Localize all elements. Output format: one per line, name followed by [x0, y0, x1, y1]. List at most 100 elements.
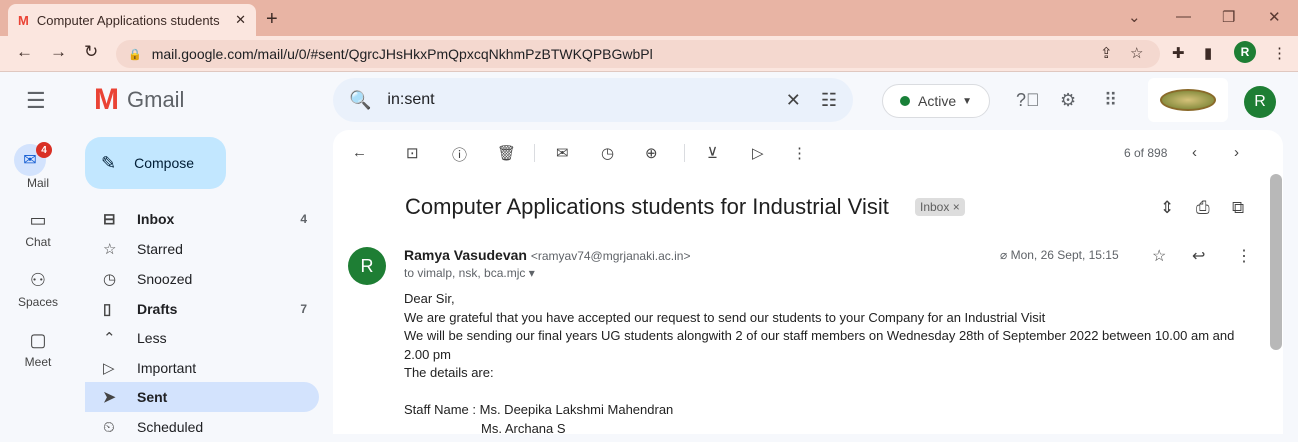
scrollbar[interactable]	[1270, 174, 1282, 350]
organization-logo	[1148, 78, 1228, 122]
close-window-icon[interactable]: ✕	[1268, 8, 1281, 26]
scheduled-icon: ⏲	[103, 418, 115, 436]
body-line: The details are:	[404, 365, 494, 380]
more-options-icon[interactable]: ⋮	[792, 144, 807, 162]
sidebar-item-drafts[interactable]: ▯ Drafts 7	[85, 294, 319, 324]
mark-unread-icon[interactable]: ✉	[556, 144, 569, 162]
sidebar-count: 4	[300, 212, 307, 226]
rail-item-spaces[interactable]: ⚇ Spaces	[8, 270, 68, 309]
bookmark-star-icon[interactable]: ☆	[1130, 44, 1143, 62]
remove-label-icon[interactable]: ×	[953, 200, 960, 214]
open-new-window-icon[interactable]: ⧉	[1232, 198, 1244, 218]
tab-title: Computer Applications students	[36, 12, 220, 28]
url-bar[interactable]: 🔒 mail.google.com/mail/u/0/#sent/QgrcJHs…	[116, 40, 1160, 68]
older-icon[interactable]: ›	[1234, 144, 1239, 161]
sidebar-count: 7	[300, 302, 307, 316]
back-icon[interactable]: ←	[16, 42, 33, 62]
sidebar-label: Important	[137, 360, 197, 376]
close-tab-icon[interactable]: ✕	[235, 12, 246, 28]
add-to-tasks-icon[interactable]: ⊕	[645, 144, 658, 162]
sidebar-item-snoozed[interactable]: ◷ Snoozed	[85, 264, 319, 294]
pencil-icon: ✎	[101, 152, 117, 173]
sidebar-label: Scheduled	[137, 419, 204, 435]
help-icon[interactable]: ?⃝	[1016, 90, 1040, 111]
body-line	[404, 383, 1254, 402]
reply-icon[interactable]: ↩	[1192, 246, 1205, 266]
expand-all-icon[interactable]: ⇕	[1160, 198, 1174, 218]
gmail-logo[interactable]: M Gmail	[94, 85, 185, 115]
browser-tab[interactable]: M Computer Applications students ✕	[8, 4, 256, 36]
rail-label-meet: Meet	[24, 355, 52, 369]
main-menu-icon[interactable]: ☰	[26, 88, 46, 114]
clear-search-icon[interactable]: ✕	[786, 90, 801, 111]
sidebar-label: Sent	[137, 389, 168, 405]
inbox-label-chip[interactable]: Inbox ×	[915, 198, 965, 216]
rail-item-mail[interactable]: Mail	[8, 176, 68, 190]
forward-icon[interactable]: →	[50, 42, 67, 62]
emblem-icon	[1160, 89, 1216, 111]
show-details-icon[interactable]: ▾	[529, 266, 535, 280]
search-bar[interactable]: 🔍 in:sent ✕ ☷	[333, 78, 853, 122]
recipients[interactable]: to vimalp, nsk, bca.mjc ▾	[404, 266, 535, 280]
rail-label-chat: Chat	[25, 235, 51, 249]
sidebar-item-sent[interactable]: ➤ Sent	[85, 382, 319, 412]
recipients-text: to vimalp, nsk, bca.mjc	[404, 266, 526, 280]
move-to-icon[interactable]: ⊻	[707, 144, 718, 162]
body-line: We will be sending our final years UG st…	[404, 328, 1235, 343]
sender-name[interactable]: Ramya Vasudevan	[404, 247, 527, 263]
search-input[interactable]: in:sent	[387, 91, 765, 109]
side-panel-icon[interactable]: ▮	[1204, 44, 1212, 62]
new-tab-icon[interactable]: +	[266, 8, 278, 31]
browser-menu-icon[interactable]: ⋮	[1272, 44, 1287, 62]
dropdown-arrow-icon: ▼	[962, 95, 973, 107]
report-spam-icon[interactable]: ⓘ	[452, 144, 467, 165]
compose-button[interactable]: ✎ Compose	[85, 137, 226, 189]
search-icon[interactable]: 🔍	[349, 90, 371, 111]
delete-icon[interactable]: 🗑	[497, 144, 516, 162]
sender-line: Ramya Vasudevan <ramyav74@mgrjanaki.ac.i…	[404, 247, 690, 263]
star-icon: ☆	[103, 241, 117, 258]
sidebar-item-less[interactable]: ⌃ Less	[85, 323, 319, 353]
sidebar-item-inbox[interactable]: ⊟ Inbox 4	[85, 204, 319, 234]
gmail-favicon-icon: M	[18, 12, 29, 28]
back-to-list-icon[interactable]: ←	[352, 144, 367, 161]
gmail-logo-text: Gmail	[127, 87, 185, 112]
minimize-icon[interactable]: —	[1176, 8, 1191, 25]
print-icon[interactable]: ⎙	[1196, 198, 1210, 218]
sidebar-item-scheduled[interactable]: ⏲ Scheduled	[85, 412, 319, 442]
message-subject: Computer Applications students for Indus…	[405, 194, 889, 219]
sidebar-label: Snoozed	[137, 271, 193, 287]
sidebar-item-starred[interactable]: ☆ Starred	[85, 234, 319, 264]
meet-icon: ▢	[29, 330, 47, 350]
status-dropdown[interactable]: Active ▼	[882, 84, 990, 118]
apps-grid-icon[interactable]: ⠿	[1104, 90, 1117, 111]
newer-icon[interactable]: ‹	[1192, 144, 1197, 161]
search-options-icon[interactable]: ☷	[821, 90, 837, 111]
share-icon[interactable]: ⇪	[1100, 44, 1113, 62]
account-avatar[interactable]: R	[1244, 86, 1276, 118]
browser-profile-avatar[interactable]: R	[1234, 41, 1256, 63]
inbox-icon: ⊟	[103, 211, 116, 228]
body-line: Staff Name : Ms. Deepika Lakshmi Mahendr…	[404, 402, 674, 417]
message-more-icon[interactable]: ⋮	[1236, 246, 1252, 266]
message-body: Dear Sir, We are grateful that you have …	[404, 290, 1254, 438]
label-icon[interactable]: ▷	[752, 144, 764, 162]
snooze-icon[interactable]: ◷	[601, 144, 614, 162]
rail-item-chat[interactable]: ▭ Chat	[8, 210, 68, 249]
message-date-line: ⌀ Mon, 26 Sept, 15:15	[1000, 248, 1119, 262]
sidebar-label: Drafts	[137, 301, 178, 317]
chat-icon: ▭	[29, 210, 47, 230]
reload-icon[interactable]: ↻	[84, 42, 98, 62]
toolbar-divider	[684, 144, 685, 162]
sender-avatar[interactable]: R	[348, 247, 386, 285]
tab-search-icon[interactable]: ⌄	[1128, 8, 1141, 26]
compose-label: Compose	[134, 155, 195, 171]
sidebar-item-important[interactable]: ▷ Important	[85, 353, 319, 383]
settings-gear-icon[interactable]: ⚙	[1060, 90, 1076, 111]
rail-item-meet[interactable]: ▢ Meet	[8, 330, 68, 369]
body-line: Ms. Archana S	[481, 420, 566, 436]
restore-icon[interactable]: ❐	[1222, 8, 1235, 26]
extensions-icon[interactable]: ✚	[1172, 44, 1185, 62]
archive-icon[interactable]: ⊡	[406, 144, 419, 162]
star-message-icon[interactable]: ☆	[1152, 246, 1166, 266]
